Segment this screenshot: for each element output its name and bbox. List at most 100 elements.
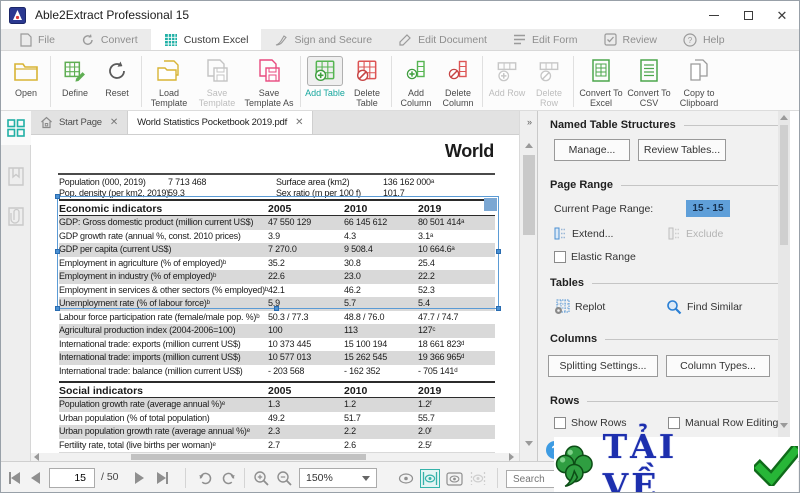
table-row: International trade: balance (million cu… [59, 365, 458, 376]
view-continuous-button[interactable] [420, 469, 440, 488]
convert-to-csv-button[interactable]: Convert To CSV [625, 53, 673, 110]
close-doc-tab-icon[interactable]: ✕ [295, 117, 303, 128]
table-row: GDP: Gross domestic product (million cur… [59, 216, 495, 230]
rotate-counterclockwise-button[interactable] [220, 462, 237, 492]
convert-to-excel-button[interactable]: Convert To Excel [577, 53, 625, 110]
zoom-in-button[interactable] [253, 462, 270, 492]
sidebar-bookmarks-button[interactable] [1, 159, 31, 193]
tab-document[interactable]: World Statistics Pocketbook 2019.pdf ✕ [127, 111, 314, 134]
panel-scroll-down-arrow[interactable] [780, 423, 788, 428]
table-row: Population growth rate (average annual %… [59, 398, 495, 412]
table-row: International trade: imports (million cu… [59, 351, 495, 365]
checkbox-icon[interactable] [554, 251, 566, 263]
delete-table-button[interactable]: Delete Table [346, 53, 388, 110]
econ-rows: GDP: Gross domestic product (million cur… [59, 216, 495, 378]
view-facing-button[interactable] [444, 469, 464, 488]
checkbox-icon[interactable] [554, 417, 566, 429]
open-icon [14, 63, 38, 81]
scroll-down-arrow[interactable] [525, 441, 533, 446]
next-page-button[interactable] [135, 462, 144, 492]
panel-scroll-up-arrow[interactable] [780, 115, 788, 120]
custom-excel-icon [164, 33, 177, 46]
first-page-button[interactable] [9, 462, 20, 492]
delete-column-icon [448, 60, 467, 80]
tab-edit-form[interactable]: Edit Form [500, 29, 591, 50]
vertical-scrollbar-thumb[interactable] [523, 155, 535, 235]
review-tables-button[interactable]: Review Tables... [638, 139, 726, 161]
table-row: Urban population growth rate (average an… [59, 425, 495, 439]
view-single-page-button[interactable] [396, 469, 416, 488]
horizontal-scrollbar[interactable] [31, 453, 519, 461]
zoom-level-select[interactable]: 150% [299, 468, 377, 488]
scroll-right-arrow[interactable] [509, 453, 514, 461]
extend-button[interactable]: Extend... [554, 227, 613, 240]
pdf-page: World Population (000, 2019) 7 713 468 Sur… [31, 135, 519, 453]
collapse-panel-button[interactable]: » [523, 114, 536, 130]
horizontal-scrollbar-thumb[interactable] [131, 454, 366, 460]
tab-custom-excel[interactable]: Custom Excel [150, 29, 262, 50]
selection-handle[interactable] [496, 306, 501, 311]
save-template-as-button[interactable]: Save Template As [241, 53, 297, 110]
load-template-button[interactable]: Load Template [145, 53, 193, 110]
reset-button[interactable]: Reset [96, 53, 138, 110]
home-icon [41, 116, 52, 129]
splitting-settings-button[interactable]: Splitting Settings... [548, 355, 658, 377]
page-number-input[interactable] [49, 468, 95, 488]
exclude-icon [668, 227, 680, 240]
add-column-button[interactable]: Add Column [395, 53, 437, 110]
tab-file[interactable]: File [7, 29, 68, 50]
selection-handle[interactable] [496, 249, 501, 254]
panel-scrollbar-thumb[interactable] [780, 125, 788, 245]
scroll-left-arrow[interactable] [34, 453, 39, 461]
copy-to-clipboard-button[interactable]: Copy to Clipboard [673, 53, 725, 110]
delete-row-icon [539, 62, 559, 82]
document-tab-bar: Start Page ✕ World Statistics Pocketbook… [31, 111, 519, 135]
add-row-icon [497, 62, 517, 82]
file-icon [20, 32, 32, 47]
manage-button[interactable]: Manage... [554, 139, 630, 161]
rotate-clockwise-button[interactable] [197, 462, 214, 492]
named-table-structures-heading: Named Table Structures [550, 119, 782, 131]
find-similar-button[interactable]: Find Similar [666, 299, 742, 315]
replot-button[interactable]: Replot [554, 299, 605, 315]
scroll-up-arrow[interactable] [525, 143, 533, 148]
tab-start-page[interactable]: Start Page ✕ [31, 111, 127, 134]
tab-help[interactable]: ? Help [670, 29, 738, 50]
tab-edit-document[interactable]: Edit Document [385, 29, 500, 50]
tab-review[interactable]: Review [591, 29, 670, 50]
econ-header-row: Economic indicators 2005 2010 2019 [59, 199, 495, 216]
add-table-icon [314, 60, 335, 82]
maximize-button[interactable] [731, 1, 765, 29]
delete-table-icon [356, 60, 377, 82]
column-types-button[interactable]: Column Types... [666, 355, 770, 377]
close-button[interactable]: ✕ [765, 1, 799, 29]
sidebar-thumbnails-button[interactable] [1, 111, 31, 145]
close-start-tab-icon[interactable]: ✕ [110, 117, 118, 128]
eye-columns-icon [422, 472, 438, 485]
eye-page-icon [445, 471, 463, 486]
delete-column-button[interactable]: Delete Column [437, 53, 479, 110]
tab-convert[interactable]: Convert [68, 29, 151, 50]
add-table-button[interactable]: Add Table [304, 53, 346, 110]
last-page-button[interactable] [157, 462, 168, 492]
minimize-button[interactable] [697, 1, 731, 29]
previous-page-button[interactable] [31, 462, 40, 492]
sidebar-attachments-button[interactable] [1, 199, 31, 233]
zoom-in-icon [254, 470, 269, 486]
attachments-icon [8, 206, 24, 226]
open-button[interactable]: Open [5, 53, 47, 110]
page-range-heading: Page Range [550, 179, 782, 191]
document-viewport[interactable]: World Population (000, 2019) 7 713 468 Sur… [31, 135, 519, 453]
zoom-out-button[interactable] [276, 462, 293, 492]
page-range-value[interactable]: 15 - 15 [686, 200, 730, 217]
elastic-range-checkbox[interactable]: Elastic Range [554, 251, 636, 263]
define-button[interactable]: Define [54, 53, 96, 110]
sidebar [1, 111, 31, 461]
tab-sign-and-secure[interactable]: Sign and Secure [261, 29, 385, 50]
dropdown-caret-icon [362, 475, 370, 481]
sign-icon [276, 34, 288, 46]
table-row: Agricultural production index (2004-2006… [59, 324, 495, 338]
thumbnails-grid-icon [7, 119, 25, 137]
panel-scrollbar[interactable] [778, 111, 790, 461]
edit-form-icon [513, 34, 525, 45]
